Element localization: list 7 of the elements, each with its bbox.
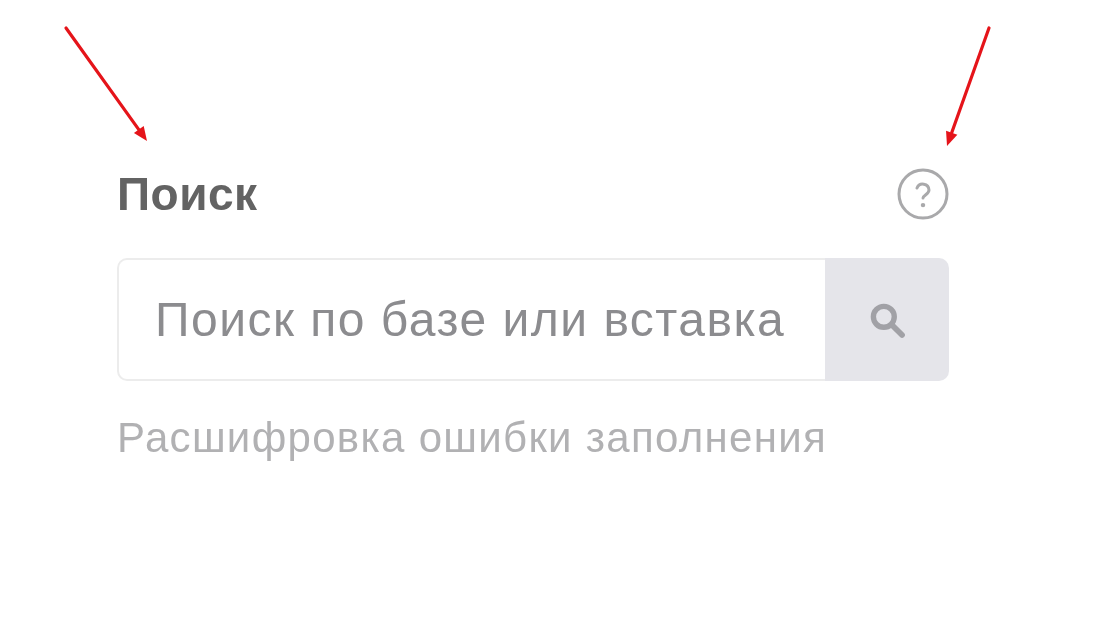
section-title: Поиск	[117, 167, 258, 221]
help-icon[interactable]	[897, 168, 949, 220]
annotation-arrow-icon	[62, 24, 150, 144]
search-button[interactable]	[825, 258, 949, 381]
hint-link[interactable]: Расшифровка ошибки заполнения	[117, 413, 828, 463]
search-field[interactable]: Поиск по базе или вставка	[117, 258, 825, 381]
annotation-arrow-icon	[943, 24, 993, 148]
